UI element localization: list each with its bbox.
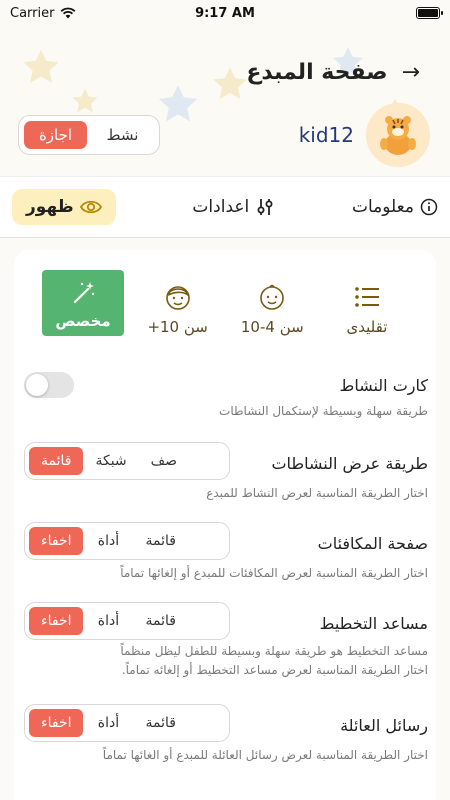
setting-display-mode: طريقة عرض النشاطات اختار الطريقة المناسب… [24, 442, 428, 504]
tab-info[interactable]: معلومات [352, 197, 438, 217]
star-decoration-icon [72, 88, 98, 113]
family-messages-desc: اختار الطريقة المناسبة لعرض رسائل العائل… [102, 748, 428, 762]
rewards-option-hide[interactable]: اخفاء [29, 527, 84, 555]
display-mode-option-list[interactable]: قائمة [29, 447, 84, 475]
avatar[interactable] [366, 103, 430, 167]
display-mode-title: طريقة عرض النشاطات [271, 454, 428, 473]
rewards-page-desc: اختار الطريقة المناسبة لعرض المكافئات لل… [120, 566, 428, 580]
battery-icon [416, 7, 443, 19]
magic-wand-icon [73, 282, 95, 304]
family-messages-title: رسائل العائلة [340, 716, 428, 735]
back-arrow-icon[interactable]: → [402, 60, 420, 85]
sliders-icon [257, 199, 273, 215]
activity-card-switch[interactable] [24, 372, 74, 398]
family-messages-option-list[interactable]: قائمة [133, 709, 187, 737]
setting-activity-card: كارت النشاط طريقة سهلة وبسيطة لإستكمال ا… [24, 372, 428, 422]
info-icon [420, 198, 438, 216]
age-mode-custom-label: مخصص [55, 312, 111, 330]
planner-segmented: اخفاء أداة قائمة [24, 602, 230, 640]
profile-row: kid12 [299, 103, 430, 167]
tabs-bar: ظهور اعدادات معلومات [0, 176, 450, 238]
planner-option-hide[interactable]: اخفاء [29, 607, 84, 635]
baby-face-icon [260, 284, 285, 310]
planner-desc-line2: اختار الطريقة المناسبة لعرض مساعد التخطي… [121, 663, 428, 677]
list-icon [355, 287, 379, 307]
activity-card-title: كارت النشاط [339, 376, 428, 395]
rewards-option-list[interactable]: قائمة [133, 527, 187, 555]
age-mode-classic-label: تقليدى [346, 318, 388, 336]
age-mode-4-10[interactable]: سن 4-10 [231, 270, 313, 336]
vacation-option[interactable]: اجازة [24, 121, 87, 149]
age-mode-4-10-label: سن 4-10 [240, 318, 304, 336]
switch-knob [26, 374, 48, 396]
profile-name: kid12 [298, 123, 354, 147]
planner-title: مساعد التخطيط [319, 614, 428, 633]
status-time: 9:17 AM [195, 5, 255, 21]
settings-panel: مخصص سن 10+ سن 4-10 تقليدى كارت النشاط ط… [14, 250, 436, 800]
planner-option-widget[interactable]: أداة [83, 607, 133, 635]
tab-visibility[interactable]: ظهور [12, 189, 116, 225]
setting-planner: مساعد التخطيط مساعد التخطيط هو طريقة سهل… [24, 602, 428, 680]
tab-settings-label: اعدادات [192, 197, 250, 217]
age-mode-10-plus-label: سن 10+ [147, 318, 208, 336]
active-option[interactable]: نشط [91, 121, 154, 149]
display-mode-desc: اختار الطريقة المناسبة لعرض النشاط للمبد… [206, 486, 428, 500]
display-mode-option-row[interactable]: صف [139, 447, 189, 475]
rewards-page-title: صفحة المكافئات [317, 534, 428, 553]
eye-icon [79, 200, 102, 214]
activity-card-desc: طريقة سهلة وبسيطة لإستكمال النشاطات [219, 404, 428, 418]
rewards-page-segmented: اخفاء أداة قائمة [24, 522, 230, 560]
star-decoration-icon [23, 49, 59, 83]
setting-family-messages: رسائل العائلة اختار الطريقة المناسبة لعر… [24, 704, 428, 766]
age-mode-selector: مخصص سن 10+ سن 4-10 تقليدى [14, 270, 436, 340]
page-header: → صفحة المبدع [246, 60, 420, 85]
family-messages-segmented: اخفاء أداة قائمة [24, 704, 230, 742]
planner-desc-line1: مساعد التخطيط هو طريقة سهلة وبسيطة للطفل… [120, 644, 428, 658]
planner-option-list[interactable]: قائمة [133, 607, 187, 635]
age-mode-10-plus[interactable]: سن 10+ [137, 270, 219, 336]
star-decoration-icon [158, 84, 198, 122]
display-mode-segmented: قائمة شبكة صف [24, 442, 230, 480]
display-mode-option-grid[interactable]: شبكة [83, 447, 138, 475]
setting-rewards-page: صفحة المكافئات اختار الطريقة المناسبة لع… [24, 522, 428, 584]
tab-visibility-label: ظهور [26, 197, 74, 217]
star-decoration-icon [213, 67, 247, 100]
tab-info-label: معلومات [351, 197, 414, 217]
age-mode-custom[interactable]: مخصص [42, 270, 124, 336]
family-messages-option-widget[interactable]: أداة [83, 709, 133, 737]
status-toggle: اجازة نشط [18, 115, 160, 155]
age-mode-classic[interactable]: تقليدى [326, 270, 408, 336]
status-bar: Carrier 9:17 AM [0, 0, 450, 26]
boy-face-icon [165, 286, 190, 310]
family-messages-option-hide[interactable]: اخفاء [29, 709, 84, 737]
tiger-avatar-icon [380, 116, 416, 155]
rewards-option-widget[interactable]: أداة [83, 527, 133, 555]
page-title: صفحة المبدع [246, 60, 388, 85]
tab-settings[interactable]: اعدادات [192, 197, 275, 217]
